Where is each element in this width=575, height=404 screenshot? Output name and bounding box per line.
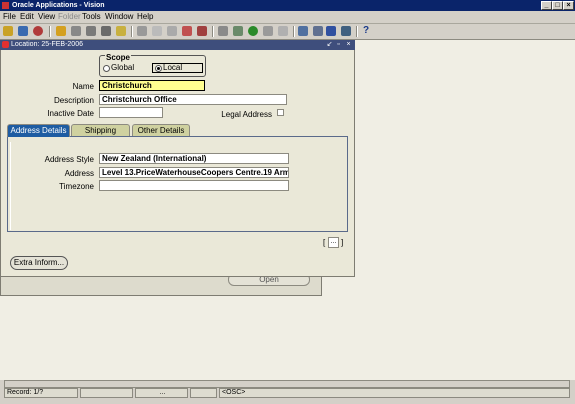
attachments-icon[interactable] <box>116 26 126 36</box>
description-label: Description <box>53 96 94 105</box>
status-mode: <OSC> <box>219 388 570 398</box>
folder-tools-icon[interactable] <box>263 26 273 36</box>
timezone-field[interactable] <box>99 180 289 191</box>
copy-icon[interactable] <box>152 26 162 36</box>
flexfield-bracket-left: [ <box>323 238 326 247</box>
address-field[interactable]: Level 13.PriceWaterhouseCoopers Centre.1… <box>99 167 289 178</box>
toolbar-separator <box>293 26 295 37</box>
next-step-icon[interactable] <box>71 26 81 36</box>
inactive-date-label: Inactive Date <box>47 109 94 118</box>
find-icon[interactable] <box>18 26 28 36</box>
address-style-label: Address Style <box>44 155 94 164</box>
menu-window[interactable]: Window <box>105 12 133 22</box>
new-icon[interactable] <box>3 26 13 36</box>
export-icon[interactable] <box>326 26 336 36</box>
clear-record-icon[interactable] <box>182 26 192 36</box>
form-close-icon[interactable]: × <box>345 41 352 48</box>
menu-file[interactable]: File <box>3 12 16 22</box>
maximize-button[interactable]: □ <box>552 1 563 10</box>
timezone-label: Timezone <box>59 182 94 191</box>
address-style-field[interactable]: New Zealand (International) <box>99 153 289 164</box>
descriptive-flexfield[interactable]: [ ... ] <box>323 237 345 249</box>
tab-other-details[interactable]: Other Details <box>132 124 190 136</box>
app-title: Oracle Applications - Vision <box>12 2 105 9</box>
flexfield-box[interactable]: ... <box>328 237 339 248</box>
form-maximize-icon[interactable]: ▫ <box>335 41 342 48</box>
oracle-form-icon <box>2 41 9 48</box>
name-label: Name <box>72 82 94 91</box>
list-icon[interactable] <box>313 26 323 36</box>
print-icon[interactable] <box>86 26 96 36</box>
window-help-icon[interactable] <box>278 26 288 36</box>
form-titlebar: Location: 25-FEB-2006 ↙ ▫ × <box>0 40 355 50</box>
tab-shipping-details[interactable]: Shipping Details <box>71 124 130 147</box>
form-minimize-icon[interactable]: ↙ <box>326 41 333 48</box>
menu-bar: File Edit View Folder Tools Window Help <box>0 11 575 24</box>
flexfield-bracket-right: ] <box>341 238 344 247</box>
inactive-date-field[interactable] <box>99 107 163 118</box>
scope-local-radio[interactable] <box>155 65 162 72</box>
legal-address-checkbox[interactable] <box>277 109 284 116</box>
translations-icon[interactable] <box>248 26 258 36</box>
delete-record-icon[interactable] <box>197 26 207 36</box>
tab-address-details[interactable]: Address Details <box>7 124 70 137</box>
toolbar: ? <box>0 24 575 40</box>
address-label: Address <box>64 169 94 178</box>
app-titlebar: Oracle Applications - Vision _ □ × <box>0 0 575 11</box>
scope-global-label[interactable]: Global <box>111 63 134 73</box>
minimize-button[interactable]: _ <box>541 1 552 10</box>
zoom-icon[interactable] <box>233 26 243 36</box>
toolbar-separator <box>356 26 358 37</box>
status-record: Record: 1/? <box>4 388 78 398</box>
close-button[interactable]: × <box>563 1 574 10</box>
toolbar-separator <box>131 26 133 37</box>
name-field[interactable]: Christchurch <box>99 80 205 91</box>
save-icon[interactable] <box>56 26 66 36</box>
menu-folder[interactable]: Folder <box>58 12 81 22</box>
menu-help[interactable]: Help <box>137 12 153 22</box>
edit-field-icon[interactable] <box>218 26 228 36</box>
navigator-icon[interactable] <box>33 26 43 36</box>
status-message-line <box>4 380 570 388</box>
close-form-icon[interactable] <box>101 26 111 36</box>
status-cell-2 <box>80 388 133 398</box>
scope-local-label[interactable]: Local <box>163 63 182 73</box>
form-title: Location: 25-FEB-2006 <box>11 41 83 48</box>
cut-icon[interactable] <box>137 26 147 36</box>
scope-global-radio[interactable] <box>103 65 110 72</box>
paste-icon[interactable] <box>167 26 177 36</box>
toolbar-separator <box>49 26 51 37</box>
description-field[interactable]: Christchurch Office <box>99 94 287 105</box>
menu-edit[interactable]: Edit <box>20 12 34 22</box>
status-cell-4 <box>190 388 217 398</box>
tools-icon[interactable] <box>341 26 351 36</box>
help-icon[interactable]: ? <box>361 26 371 36</box>
toolbar-separator <box>212 26 214 37</box>
calendar-icon[interactable] <box>298 26 308 36</box>
legal-address-label: Legal Address <box>221 110 272 119</box>
menu-view[interactable]: View <box>38 12 55 22</box>
scope-title: Scope <box>105 53 132 62</box>
menu-tools[interactable]: Tools <box>82 12 101 22</box>
status-list-indicator: ... <box>135 388 188 398</box>
extra-information-button[interactable]: Extra Inform... <box>10 256 68 270</box>
oracle-app-icon <box>2 2 9 9</box>
